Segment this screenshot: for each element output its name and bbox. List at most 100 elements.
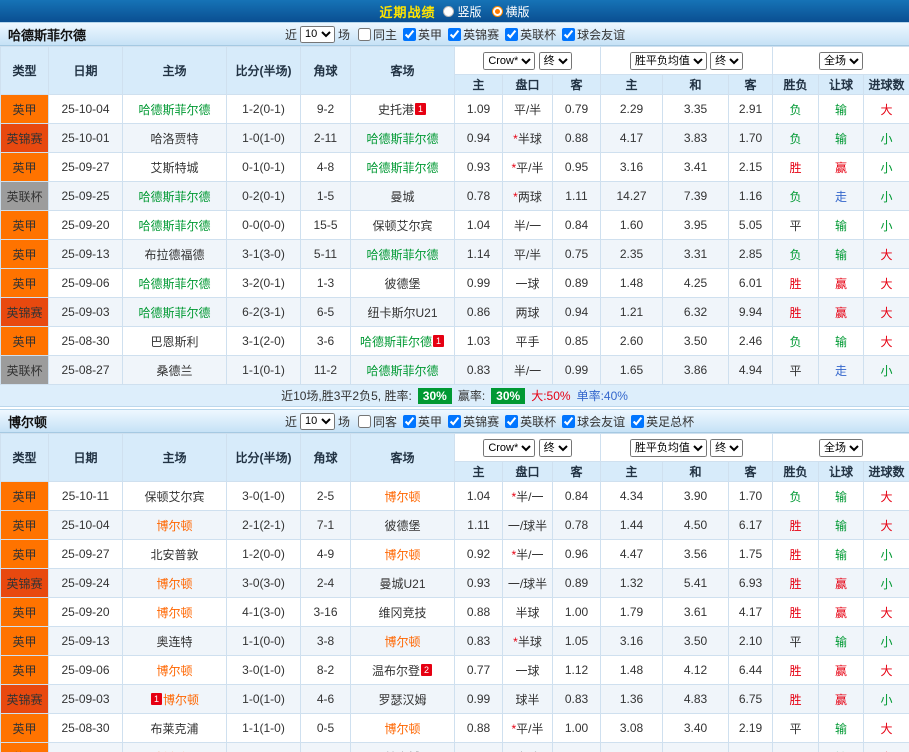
team-link[interactable]: 哈德斯菲尔德 bbox=[138, 306, 210, 320]
match-count-select[interactable]: 10 bbox=[300, 25, 336, 43]
team-link[interactable]: 艾斯特城 bbox=[150, 161, 198, 175]
team-link[interactable]: 博尔顿 bbox=[156, 577, 192, 591]
avg-away: 4.94 bbox=[727, 355, 774, 385]
team-link[interactable]: 哈德斯菲尔德 bbox=[138, 277, 210, 291]
corner-count: 7-1 bbox=[300, 510, 351, 540]
team-link[interactable]: 保顿艾尔宾 bbox=[372, 219, 432, 233]
team-link[interactable]: 哈德斯菲尔德 bbox=[138, 103, 210, 117]
checkbox-input[interactable] bbox=[562, 414, 576, 428]
team-link[interactable]: 罗瑟汉姆 bbox=[378, 693, 426, 707]
team-link[interactable]: 保顿艾尔宾 bbox=[144, 490, 204, 504]
odds-stage-select[interactable]: 终 bbox=[538, 438, 572, 457]
avg-stage-select[interactable]: 终 bbox=[710, 51, 744, 70]
checkbox-input[interactable] bbox=[448, 414, 462, 428]
column-header-avg-away: 客 bbox=[727, 74, 774, 95]
avg-away: 1.70 bbox=[727, 481, 774, 511]
team-link[interactable]: 哈洛贾特 bbox=[150, 132, 198, 146]
filter-checkbox-2[interactable]: 英锦赛 bbox=[448, 413, 499, 430]
team-link[interactable]: 哈德斯菲尔德 bbox=[360, 335, 432, 349]
team-link[interactable]: 布莱克浦 bbox=[150, 722, 198, 736]
team-link[interactable]: 哈德斯菲尔德 bbox=[138, 190, 210, 204]
checkbox-label: 同主 bbox=[373, 27, 398, 42]
avg-stage-select[interactable]: 终 bbox=[710, 438, 744, 457]
checkbox-input[interactable] bbox=[403, 27, 417, 41]
team-link[interactable]: 哈德斯菲尔德 bbox=[366, 364, 438, 378]
sections-container: 哈德斯菲尔德 近 10 场 同主 英甲 英锦赛 英联杯 球会友谊 类型 日期 主场 比分… bbox=[0, 22, 909, 752]
team-link[interactable]: 曼城 bbox=[390, 190, 414, 204]
handicap-cell: 平手 bbox=[502, 326, 553, 356]
team-link[interactable]: 博尔顿 bbox=[156, 606, 192, 620]
odds-away: 0.79 bbox=[552, 94, 601, 124]
filter-checkbox-4[interactable]: 球会友谊 bbox=[562, 413, 625, 430]
filter-checkbox-2[interactable]: 英锦赛 bbox=[448, 26, 499, 43]
score-cell: 3-0(1-0) bbox=[226, 481, 301, 511]
match-count-select[interactable]: 10 bbox=[300, 412, 336, 430]
team-link[interactable]: 布拉德福德 bbox=[144, 248, 204, 262]
odds-company-select[interactable]: Crow* bbox=[483, 438, 536, 457]
team-link[interactable]: 史托港 bbox=[378, 103, 414, 117]
team-link[interactable]: 博尔顿 bbox=[384, 548, 420, 562]
avg-away: 6.17 bbox=[727, 510, 774, 540]
team-link[interactable]: 博尔顿 bbox=[384, 490, 420, 504]
team-link[interactable]: 温布尔登 bbox=[372, 664, 420, 678]
over-rate-text: 大:50% bbox=[531, 389, 571, 403]
scope-select[interactable]: 全场 bbox=[819, 51, 864, 70]
team-link[interactable]: 博尔顿 bbox=[384, 722, 420, 736]
team-link[interactable]: 博尔顿 bbox=[156, 664, 192, 678]
column-header-avg-away: 客 bbox=[727, 461, 774, 482]
column-header-home: 主场 bbox=[122, 433, 227, 482]
team-link[interactable]: 哈德斯菲尔德 bbox=[366, 132, 438, 146]
handicap-cell: 两球 bbox=[502, 297, 553, 327]
team-link[interactable]: 博尔顿 bbox=[163, 693, 199, 707]
team-link[interactable]: 巴恩斯利 bbox=[150, 335, 198, 349]
odds-company-select[interactable]: Crow* bbox=[483, 51, 536, 70]
odds-away: 0.95 bbox=[552, 152, 601, 182]
checkbox-input[interactable] bbox=[505, 27, 519, 41]
team-link[interactable]: 桑德兰 bbox=[156, 364, 192, 378]
league-type-badge: 英甲 bbox=[0, 597, 49, 627]
team-link[interactable]: 曼城U21 bbox=[379, 577, 425, 591]
team-link[interactable]: 博尔顿 bbox=[156, 519, 192, 533]
handicap-cell: 平/半 bbox=[502, 239, 553, 269]
avg-metric-select[interactable]: 胜平负均值 bbox=[629, 438, 707, 457]
filter-checkbox-3[interactable]: 英联杯 bbox=[505, 26, 556, 43]
checkbox-input[interactable] bbox=[358, 414, 372, 428]
team-link[interactable]: 哈德斯菲尔德 bbox=[366, 248, 438, 262]
team-link[interactable]: 维冈竞技 bbox=[378, 606, 426, 620]
checkbox-label: 英甲 bbox=[418, 414, 443, 429]
team-link[interactable]: 哈德斯菲尔德 bbox=[366, 161, 438, 175]
team-link[interactable]: 北安普敦 bbox=[150, 548, 198, 562]
handicap-cell: 平/半 bbox=[502, 94, 553, 124]
checkbox-input[interactable] bbox=[562, 27, 576, 41]
checkbox-input[interactable] bbox=[631, 414, 645, 428]
team-link[interactable]: 奥连特 bbox=[156, 635, 192, 649]
score-cell: 4-1(3-0) bbox=[226, 597, 301, 627]
filter-checkbox-4[interactable]: 球会友谊 bbox=[562, 26, 625, 43]
score-cell: 3-1(2-0) bbox=[226, 326, 301, 356]
team-link[interactable]: 博尔顿 bbox=[384, 635, 420, 649]
layout-radio-horizontal[interactable]: 横版 bbox=[491, 3, 530, 20]
column-header-home: 主场 bbox=[122, 46, 227, 95]
filter-checkbox-0[interactable]: 同主 bbox=[358, 26, 397, 43]
team-link[interactable]: 哈德斯菲尔德 bbox=[138, 219, 210, 233]
avg-draw: 4.12 bbox=[662, 655, 729, 685]
avg-metric-select[interactable]: 胜平负均值 bbox=[629, 51, 707, 70]
team-link[interactable]: 彼德堡 bbox=[384, 519, 420, 533]
star-mark: * bbox=[513, 634, 518, 649]
checkbox-input[interactable] bbox=[403, 414, 417, 428]
team-link[interactable]: 纽卡斯尔U21 bbox=[367, 306, 437, 320]
checkbox-input[interactable] bbox=[358, 27, 372, 41]
win-rate-badge: 30% bbox=[417, 387, 452, 404]
checkbox-input[interactable] bbox=[448, 27, 462, 41]
filter-checkbox-1[interactable]: 英甲 bbox=[403, 26, 442, 43]
filter-checkbox-1[interactable]: 英甲 bbox=[403, 413, 442, 430]
scope-select[interactable]: 全场 bbox=[819, 438, 864, 457]
radio-label: 横版 bbox=[505, 4, 530, 19]
team-link[interactable]: 彼德堡 bbox=[384, 277, 420, 291]
filter-checkbox-0[interactable]: 同客 bbox=[358, 413, 397, 430]
checkbox-input[interactable] bbox=[505, 414, 519, 428]
odds-stage-select[interactable]: 终 bbox=[538, 51, 572, 70]
layout-radio-vertical[interactable]: 竖版 bbox=[443, 3, 482, 20]
filter-checkbox-5[interactable]: 英足总杯 bbox=[631, 413, 694, 430]
filter-checkbox-3[interactable]: 英联杯 bbox=[505, 413, 556, 430]
